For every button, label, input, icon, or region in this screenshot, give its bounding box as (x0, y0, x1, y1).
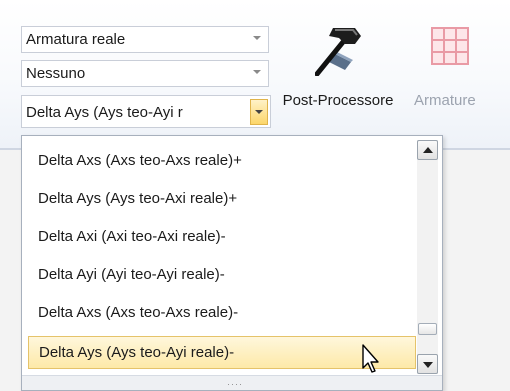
grip-dots-icon: ···· (227, 379, 243, 389)
list-item-selected[interactable]: Delta Ays (Ays teo-Ayi reale)- (28, 336, 416, 369)
display-mode-combo[interactable]: Armatura reale (21, 26, 269, 53)
scroll-down-button[interactable] (417, 354, 438, 374)
scroll-up-button[interactable] (417, 140, 438, 160)
list-item[interactable]: Delta Ays (Ays teo-Axi reale)+ (28, 182, 416, 215)
armature-label: Armature (414, 92, 476, 109)
ribbon: Armatura reale Nessuno Delta Ays (Ays te… (0, 0, 510, 150)
scrollbar-thumb[interactable] (418, 323, 437, 335)
delta-combo[interactable]: Delta Ays (Ays teo-Ayi r (21, 95, 271, 128)
post-processor-label: Post-Processore (282, 92, 394, 109)
chevron-down-icon (253, 36, 261, 40)
delta-combo-dropdown-button[interactable] (250, 99, 268, 125)
arrow-up-icon (423, 147, 433, 153)
mouse-cursor-icon (362, 344, 379, 373)
delta-combo-value: Delta Ays (Ays teo-Ayi r (26, 104, 183, 121)
arrow-down-icon (423, 362, 433, 368)
secondary-mode-combo[interactable]: Nessuno (21, 60, 269, 87)
resize-grip[interactable]: ···· (22, 375, 442, 390)
grid-frame-icon (431, 27, 469, 65)
post-processor-button[interactable]: Post-Processore (268, 20, 408, 120)
armature-button[interactable]: Armature (414, 20, 510, 120)
list-item[interactable]: Delta Axi (Axi teo-Axi reale)- (28, 220, 416, 253)
display-mode-value: Armatura reale (26, 31, 126, 48)
chevron-down-icon (255, 110, 263, 114)
list-item[interactable]: Delta Ayi (Ayi teo-Ayi reale)- (28, 258, 416, 291)
dropdown-scrollbar[interactable] (417, 140, 438, 374)
chevron-down-icon (253, 70, 261, 74)
list-item[interactable]: Delta Axs (Axs teo-Axs reale)+ (28, 144, 416, 177)
hammer-icon (315, 28, 361, 76)
secondary-mode-value: Nessuno (26, 65, 86, 82)
list-item[interactable]: Delta Axs (Axs teo-Axs reale)- (28, 296, 416, 329)
